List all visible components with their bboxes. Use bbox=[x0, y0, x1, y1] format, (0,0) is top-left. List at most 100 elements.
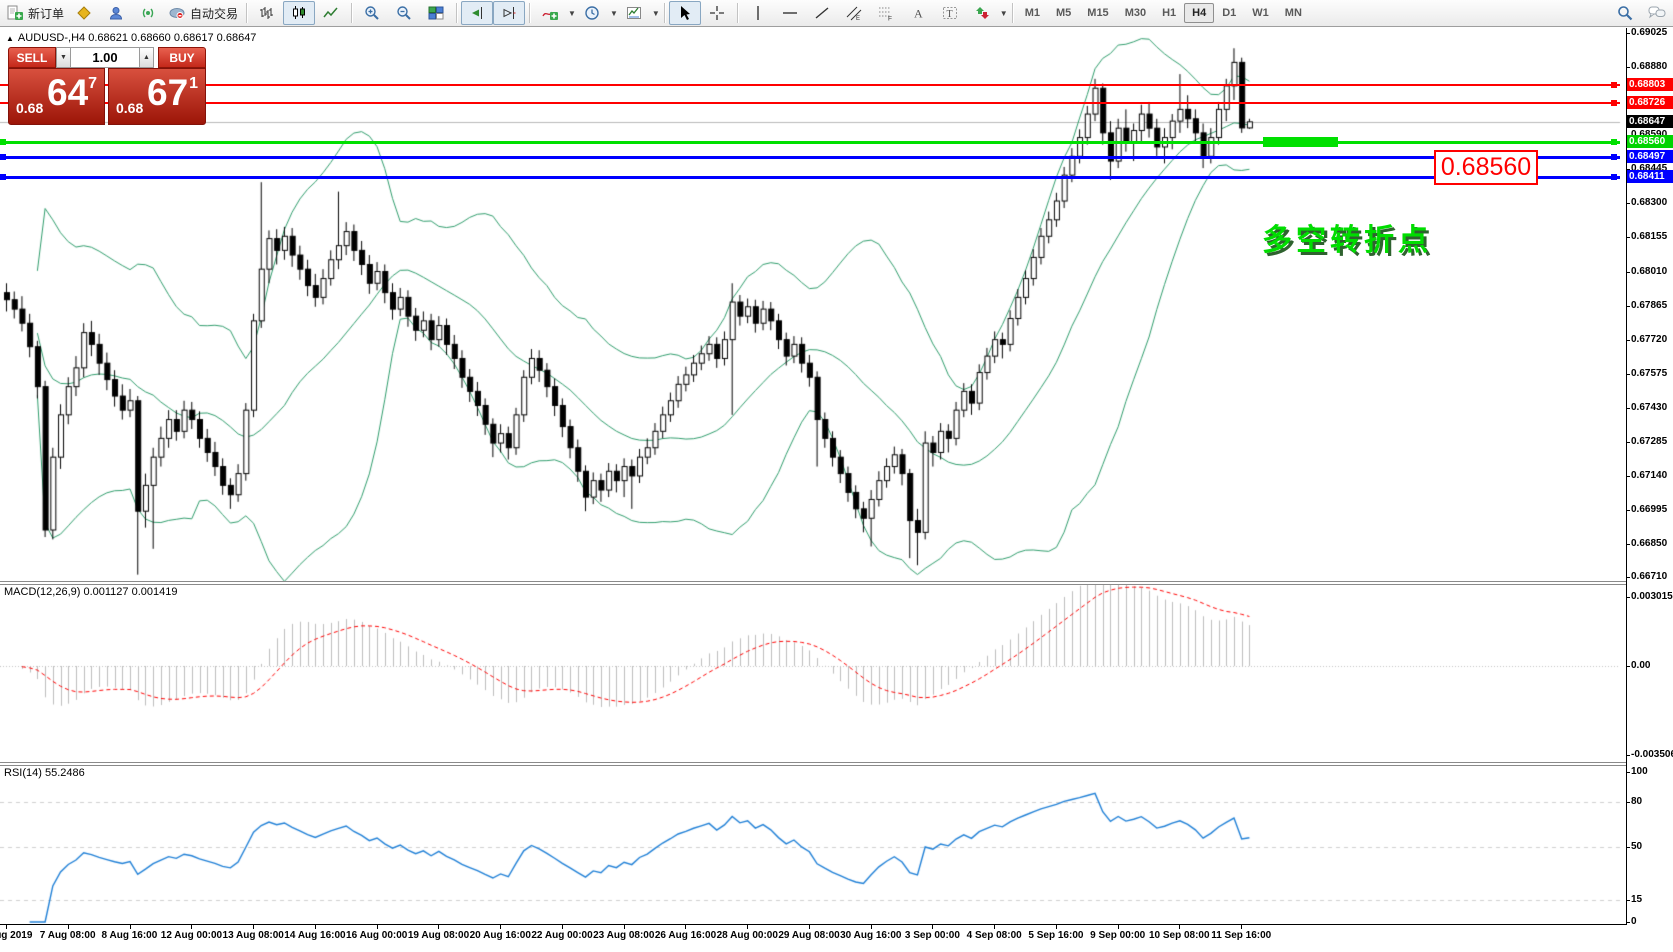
volume-decrease-button[interactable]: ▼ bbox=[56, 47, 71, 68]
templates-button-dropdown-icon[interactable]: ▼ bbox=[652, 9, 660, 18]
hline-endpoint-marker[interactable] bbox=[1611, 139, 1617, 145]
timeframe-m30-button[interactable]: M30 bbox=[1117, 3, 1154, 23]
price-tick-label: 0.68010 bbox=[1631, 266, 1673, 277]
hline-endpoint-marker[interactable] bbox=[0, 174, 6, 180]
hline-object-0.68497[interactable] bbox=[0, 156, 1620, 159]
bar-chart-button[interactable] bbox=[251, 1, 283, 25]
indicators-icon bbox=[542, 5, 558, 21]
price-chart-canvas[interactable] bbox=[0, 28, 1626, 944]
sell-price-button[interactable]: 0.68 64 7 bbox=[8, 68, 105, 125]
buy-button[interactable]: BUY bbox=[158, 47, 206, 68]
collapse-panel-icon[interactable]: ▲ bbox=[6, 34, 14, 43]
vertical-line-button[interactable] bbox=[742, 1, 774, 25]
hline-endpoint-marker[interactable] bbox=[1611, 100, 1617, 106]
chat-button[interactable] bbox=[1641, 1, 1673, 25]
price-tick-label: 0.67430 bbox=[1631, 402, 1673, 413]
date-tick-mark bbox=[562, 925, 563, 929]
text-button[interactable]: A bbox=[902, 1, 934, 25]
date-tick-mark bbox=[932, 925, 933, 929]
pane-separator[interactable] bbox=[0, 581, 1626, 585]
alerts-button[interactable] bbox=[132, 1, 164, 25]
price-tick-label: 0.67575 bbox=[1631, 368, 1673, 379]
volume-input[interactable]: 1.00 bbox=[71, 47, 139, 68]
macd-tick-label: -0.003506 bbox=[1631, 749, 1673, 760]
pane-separator[interactable] bbox=[0, 762, 1626, 766]
new-order-button[interactable]: 新订单 bbox=[3, 1, 68, 25]
hline-object-0.68726[interactable] bbox=[0, 102, 1620, 104]
templates-button[interactable] bbox=[618, 1, 650, 25]
svg-text:T: T bbox=[946, 9, 952, 20]
line-chart-button[interactable] bbox=[315, 1, 347, 25]
timeframe-m15-button[interactable]: M15 bbox=[1079, 3, 1116, 23]
zoom-out-button[interactable] bbox=[388, 1, 420, 25]
candlestick-button[interactable] bbox=[283, 1, 315, 25]
indicators-button-dropdown-icon[interactable]: ▼ bbox=[568, 9, 576, 18]
sell-button[interactable]: SELL bbox=[8, 47, 56, 68]
hline-endpoint-marker[interactable] bbox=[1611, 82, 1617, 88]
periods-button[interactable] bbox=[576, 1, 608, 25]
date-tick-label: 5 Sep 16:00 bbox=[1028, 930, 1083, 941]
channel-button[interactable]: E bbox=[838, 1, 870, 25]
timeframe-m1-button[interactable]: M1 bbox=[1017, 3, 1048, 23]
hline-endpoint-marker[interactable] bbox=[1611, 174, 1617, 180]
tile-windows-button[interactable] bbox=[420, 1, 452, 25]
date-tick-mark bbox=[624, 925, 625, 929]
price-tag-0.68726: 0.68726 bbox=[1627, 96, 1673, 109]
timeframe-m5-button[interactable]: M5 bbox=[1048, 3, 1079, 23]
zoom-in-button[interactable] bbox=[356, 1, 388, 25]
charts-button[interactable] bbox=[68, 1, 100, 25]
text-label-button[interactable]: T bbox=[934, 1, 966, 25]
date-tick-label: 20 Aug 16:00 bbox=[470, 930, 531, 941]
hline-endpoint-marker[interactable] bbox=[1611, 154, 1617, 160]
timeframe-h1-button[interactable]: H1 bbox=[1154, 3, 1184, 23]
price-tag-0.68560: 0.68560 bbox=[1627, 135, 1673, 148]
hline-endpoint-marker[interactable] bbox=[0, 139, 6, 145]
tile-windows-icon bbox=[428, 5, 444, 21]
auto-scroll-button[interactable] bbox=[461, 1, 493, 25]
timeframe-h4-button[interactable]: H4 bbox=[1184, 3, 1214, 23]
price-level-callout[interactable]: 0.68560 bbox=[1434, 150, 1538, 185]
timeframe-w1-button[interactable]: W1 bbox=[1244, 3, 1277, 23]
price-tag-0.68647: 0.68647 bbox=[1627, 115, 1673, 128]
timeframe-mn-button[interactable]: MN bbox=[1277, 3, 1310, 23]
profiles-button[interactable] bbox=[100, 1, 132, 25]
ohlc-text: AUDUSD-,H4 0.68621 0.68660 0.68617 0.686… bbox=[18, 32, 257, 44]
hline-endpoint-marker[interactable] bbox=[0, 154, 6, 160]
date-tick-label: 12 Aug 00:00 bbox=[161, 930, 222, 941]
rsi-tick-label: 80 bbox=[1631, 796, 1673, 807]
date-tick-label: 14 Aug 16:00 bbox=[284, 930, 345, 941]
sell-price-pips: 64 bbox=[47, 72, 88, 114]
axis-tick-mark bbox=[1626, 340, 1630, 341]
hline-object-0.68803[interactable] bbox=[0, 84, 1620, 86]
hline-object-0.6856[interactable] bbox=[0, 141, 1620, 144]
trendline-button[interactable] bbox=[806, 1, 838, 25]
template-icon bbox=[626, 5, 642, 21]
search-button[interactable] bbox=[1609, 1, 1641, 25]
crosshair-button[interactable] bbox=[701, 1, 733, 25]
arrows-button-dropdown-icon[interactable]: ▼ bbox=[1000, 9, 1008, 18]
arrows-button[interactable] bbox=[966, 1, 998, 25]
timeframe-d1-button[interactable]: D1 bbox=[1214, 3, 1244, 23]
periods-button-dropdown-icon[interactable]: ▼ bbox=[610, 9, 618, 18]
autotrading-button[interactable]: 自动交易 bbox=[164, 1, 242, 25]
axis-tick-mark bbox=[1626, 476, 1630, 477]
horizontal-line-button[interactable] bbox=[774, 1, 806, 25]
volume-increase-button[interactable]: ▲ bbox=[139, 47, 154, 68]
profiles-icon bbox=[108, 5, 124, 21]
axis-tick-mark bbox=[1626, 442, 1630, 443]
support-zone-rect[interactable] bbox=[1263, 137, 1338, 147]
buy-price-button[interactable]: 0.68 67 1 bbox=[108, 68, 206, 125]
date-tick-mark bbox=[1179, 925, 1180, 929]
fibonacci-button[interactable]: F bbox=[870, 1, 902, 25]
svg-text:A: A bbox=[914, 7, 923, 21]
date-tick-mark bbox=[130, 925, 131, 929]
indicators-button[interactable] bbox=[534, 1, 566, 25]
sell-price-base: 0.68 bbox=[16, 100, 43, 116]
chart-shift-button[interactable] bbox=[493, 1, 525, 25]
hline-object-0.68411[interactable] bbox=[0, 176, 1620, 179]
date-tick-label: 28 Aug 00:00 bbox=[717, 930, 778, 941]
arrows-icon bbox=[974, 5, 990, 21]
cursor-button[interactable] bbox=[669, 1, 701, 25]
turning-point-annotation[interactable]: 多空转折点 bbox=[1262, 215, 1432, 259]
date-tick-mark bbox=[377, 925, 378, 929]
